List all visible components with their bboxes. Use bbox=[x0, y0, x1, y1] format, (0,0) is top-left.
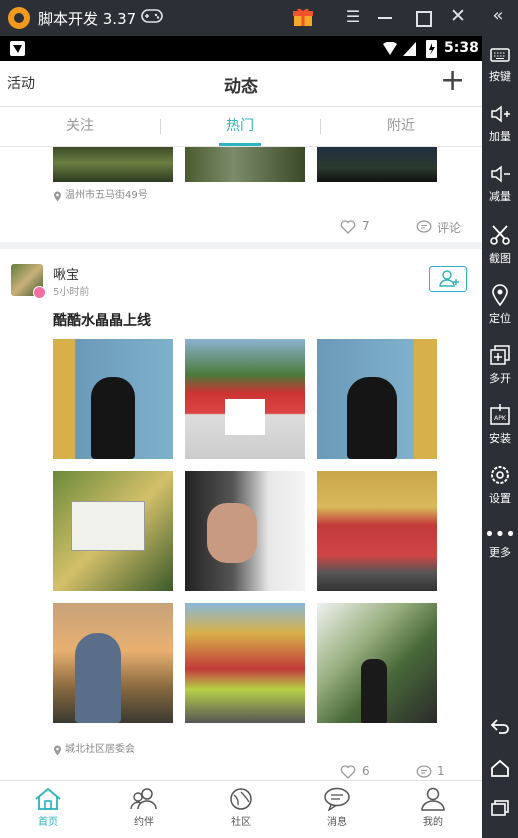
sidebar-volume-up[interactable]: 加量 bbox=[482, 104, 518, 144]
android-home-button[interactable] bbox=[482, 758, 518, 782]
post-photo[interactable] bbox=[53, 339, 173, 459]
app-header: 活动 动态 + bbox=[0, 61, 482, 107]
android-recents-button[interactable] bbox=[482, 798, 518, 822]
gift-icon[interactable] bbox=[292, 7, 314, 27]
post-photo[interactable] bbox=[185, 339, 305, 459]
post-time: 5小时前 bbox=[53, 287, 90, 298]
phone-screen: 5:38 活动 动态 + 关注 热门 附近 温州市五马街49号 7 评论 啾宝 … bbox=[0, 36, 482, 838]
post-username[interactable]: 啾宝 bbox=[53, 264, 79, 283]
menu-icon[interactable]: ☰ bbox=[341, 7, 365, 26]
sidebar-location[interactable]: 定位 bbox=[482, 284, 518, 326]
maximize-icon[interactable] bbox=[416, 11, 432, 27]
nav-messages[interactable]: 消息 bbox=[289, 781, 385, 838]
page-title: 动态 bbox=[224, 77, 258, 97]
volume-up-icon bbox=[482, 104, 518, 130]
post-photo[interactable] bbox=[185, 603, 305, 723]
post-photo[interactable] bbox=[53, 147, 173, 182]
signal-icon bbox=[403, 41, 417, 60]
tab-following[interactable]: 关注 bbox=[20, 107, 140, 146]
svg-text:APK: APK bbox=[494, 415, 507, 422]
scissors-icon bbox=[482, 224, 518, 252]
recents-icon bbox=[491, 800, 509, 816]
nav-home[interactable]: 首页 bbox=[0, 781, 96, 838]
post-photo[interactable] bbox=[317, 471, 437, 591]
sidebar-more[interactable]: ••• 更多 bbox=[482, 524, 518, 560]
home-outline-icon bbox=[491, 759, 509, 777]
location-pin-icon bbox=[482, 284, 518, 312]
sidebar-multi-instance[interactable]: 多开 bbox=[482, 344, 518, 386]
nav-companions[interactable]: 约伴 bbox=[96, 781, 192, 838]
active-tab-indicator bbox=[219, 143, 261, 146]
companions-icon bbox=[129, 787, 159, 811]
post-card: 啾宝 5小时前 酷酷水晶晶上线 城北社区居委会 6 1 bbox=[0, 249, 482, 780]
like-count: 7 bbox=[362, 219, 370, 233]
post-photo[interactable] bbox=[317, 339, 437, 459]
comment-icon[interactable] bbox=[416, 219, 432, 238]
comment-button[interactable]: 评论 bbox=[437, 219, 461, 236]
nav-community[interactable]: 社区 bbox=[193, 781, 289, 838]
apk-install-icon: APK bbox=[482, 404, 518, 432]
app-notification-icon bbox=[10, 41, 25, 56]
location-pin-icon bbox=[53, 187, 62, 206]
post-location: 温州市五马街49号 bbox=[65, 190, 148, 201]
like-count: 6 bbox=[362, 764, 370, 778]
emulator-title: 脚本开发 3.37 bbox=[38, 10, 137, 28]
app-logo-icon bbox=[8, 7, 30, 29]
follow-button[interactable] bbox=[429, 266, 467, 292]
status-time: 5:38 bbox=[444, 40, 479, 56]
collapse-sidebar-icon[interactable]: « bbox=[486, 5, 510, 26]
message-icon bbox=[322, 787, 352, 812]
tab-divider bbox=[320, 119, 321, 134]
feed-tabs: 关注 热门 附近 bbox=[0, 107, 482, 147]
minimize-icon[interactable] bbox=[378, 17, 392, 19]
comment-count: 1 bbox=[437, 764, 445, 778]
multi-window-icon bbox=[482, 344, 518, 372]
wifi-icon bbox=[382, 41, 398, 60]
like-icon[interactable] bbox=[340, 219, 356, 238]
sidebar-keyboard[interactable]: 按键 bbox=[482, 46, 518, 84]
post-photo[interactable] bbox=[185, 471, 305, 591]
android-back-button[interactable] bbox=[482, 716, 518, 740]
close-icon[interactable]: ✕ bbox=[446, 5, 470, 27]
sidebar-volume-down[interactable]: 减量 bbox=[482, 164, 518, 204]
tab-nearby[interactable]: 附近 bbox=[341, 107, 461, 146]
battery-icon bbox=[426, 40, 437, 58]
post-photo[interactable] bbox=[317, 603, 437, 723]
post-card: 温州市五马街49号 7 评论 bbox=[0, 147, 482, 242]
profile-icon bbox=[418, 787, 448, 811]
post-photo[interactable] bbox=[53, 471, 173, 591]
sidebar-install-apk[interactable]: APK 安装 bbox=[482, 404, 518, 446]
emulator-title-bar: 脚本开发 3.37 ☰ ✕ « bbox=[0, 0, 518, 36]
post-location: 城北社区居委会 bbox=[65, 744, 135, 755]
sidebar-settings[interactable]: 设置 bbox=[482, 464, 518, 506]
add-post-button[interactable]: + bbox=[440, 63, 465, 99]
android-status-bar: 5:38 bbox=[0, 36, 482, 61]
add-friend-icon bbox=[439, 270, 459, 287]
gamepad-icon[interactable] bbox=[140, 7, 164, 29]
location-pin-icon bbox=[53, 741, 62, 760]
post-photo[interactable] bbox=[317, 147, 437, 182]
community-icon bbox=[226, 787, 256, 811]
nav-profile[interactable]: 我的 bbox=[385, 781, 481, 838]
gear-icon bbox=[482, 464, 518, 492]
gender-badge-icon bbox=[33, 286, 46, 299]
more-dots-icon: ••• bbox=[484, 524, 516, 545]
post-photo[interactable] bbox=[53, 603, 173, 723]
volume-down-icon bbox=[482, 164, 518, 190]
keyboard-icon bbox=[482, 46, 518, 70]
post-text: 酷酷水晶晶上线 bbox=[53, 313, 151, 329]
home-icon bbox=[33, 787, 63, 811]
sidebar-screenshot[interactable]: 截图 bbox=[482, 224, 518, 266]
tab-divider bbox=[160, 119, 161, 134]
back-arrow-icon bbox=[490, 719, 509, 734]
bottom-navigation: 首页 约伴 社区 消息 我的 bbox=[0, 780, 482, 838]
tab-hot[interactable]: 热门 bbox=[180, 107, 300, 146]
post-photo[interactable] bbox=[185, 147, 305, 182]
